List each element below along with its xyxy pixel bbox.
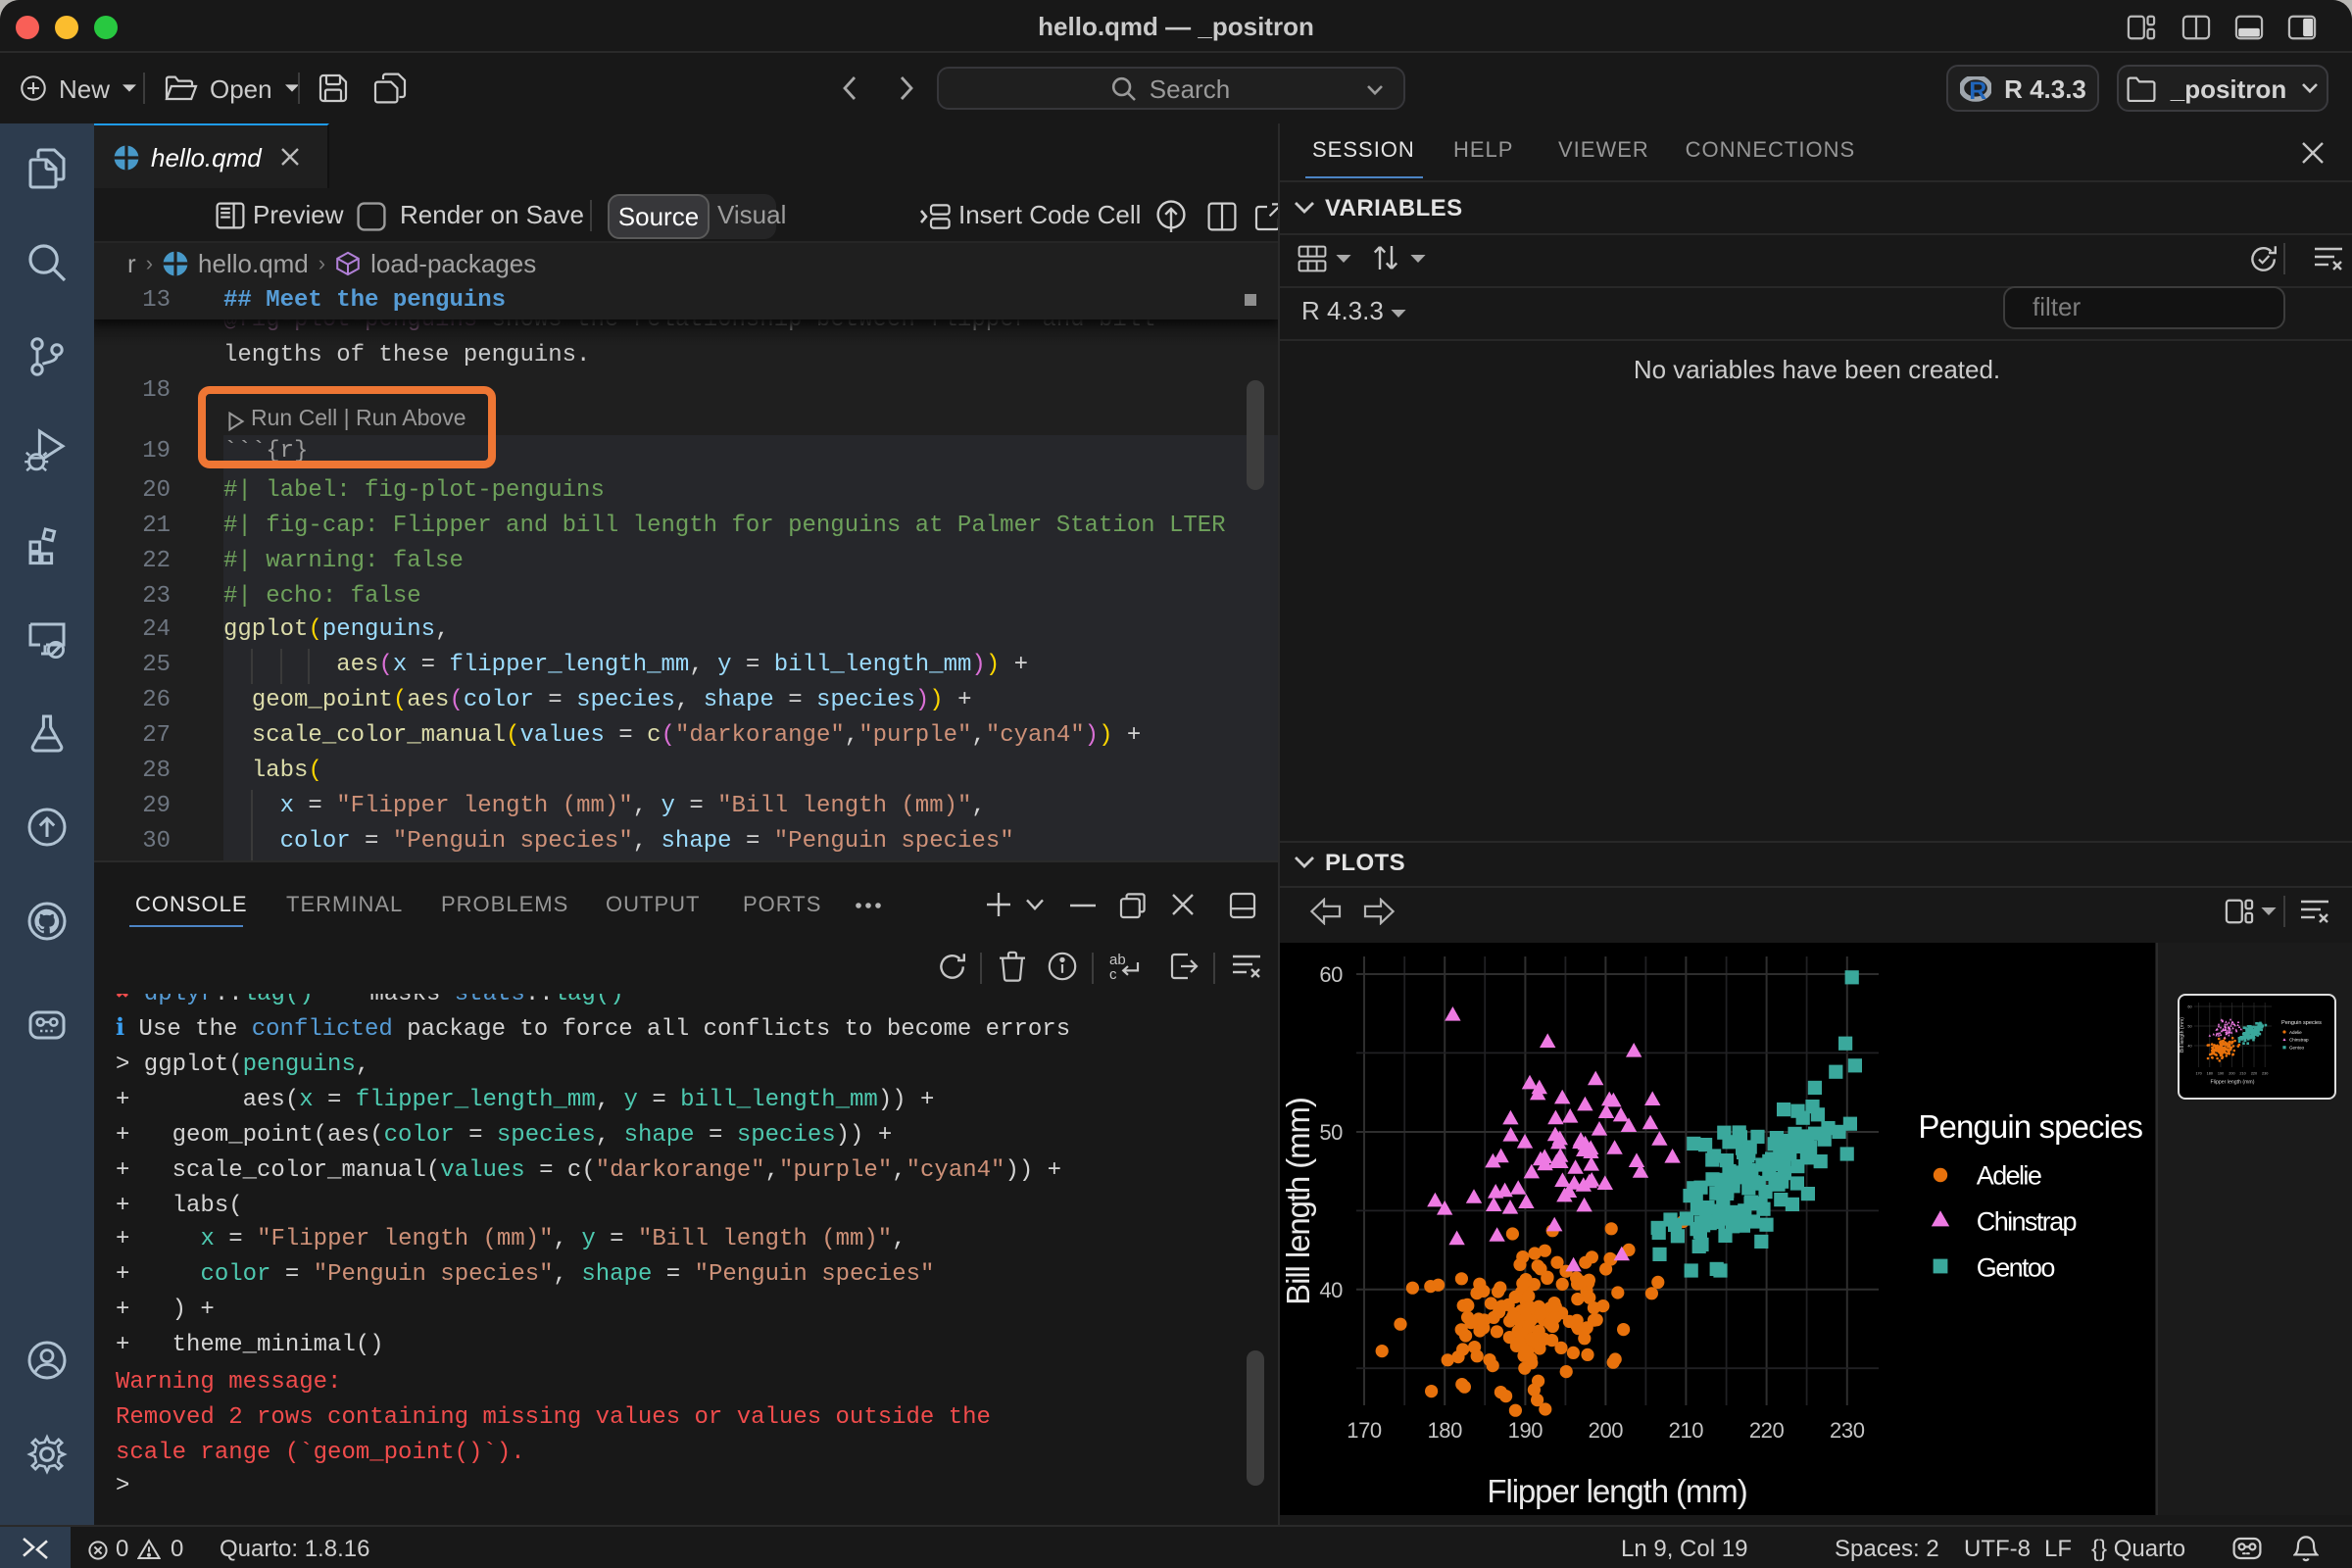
svg-text:Penguin species: Penguin species	[1918, 1108, 2142, 1145]
svg-text:Flipper length (mm): Flipper length (mm)	[1487, 1473, 1746, 1509]
svg-text:40: 40	[1319, 1278, 1343, 1302]
svg-text:170: 170	[2195, 1071, 2201, 1075]
svg-text:190: 190	[2217, 1071, 2223, 1075]
svg-text:Adelie: Adelie	[2289, 1030, 2302, 1035]
svg-text:60: 60	[1319, 962, 1343, 987]
svg-text:Adelie: Adelie	[1977, 1161, 2041, 1191]
svg-text:50: 50	[2187, 1024, 2191, 1028]
svg-text:Gentoo: Gentoo	[2289, 1045, 2304, 1050]
svg-text:190: 190	[1508, 1418, 1544, 1443]
svg-text:230: 230	[1830, 1418, 1865, 1443]
svg-text:180: 180	[1427, 1418, 1462, 1443]
svg-text:200: 200	[1589, 1418, 1624, 1443]
svg-text:Chinstrap: Chinstrap	[1977, 1207, 2077, 1237]
svg-text:c: c	[1109, 966, 1117, 982]
svg-text:Gentoo: Gentoo	[1977, 1253, 2055, 1283]
svg-text:R: R	[1968, 76, 1985, 101]
svg-text:210: 210	[2239, 1071, 2245, 1075]
svg-text:Flipper length (mm): Flipper length (mm)	[2210, 1080, 2254, 1086]
svg-text:50: 50	[1319, 1120, 1343, 1145]
svg-text:Penguin species: Penguin species	[2281, 1020, 2322, 1026]
svg-text:220: 220	[2250, 1071, 2256, 1075]
svg-text:230: 230	[2262, 1071, 2268, 1075]
svg-text:210: 210	[1669, 1418, 1704, 1443]
svg-text:40: 40	[2187, 1044, 2191, 1048]
svg-text:170: 170	[1347, 1418, 1382, 1443]
svg-text:220: 220	[1749, 1418, 1785, 1443]
svg-text:60: 60	[2187, 1004, 2191, 1008]
svg-text:Chinstrap: Chinstrap	[2289, 1037, 2309, 1042]
svg-text:180: 180	[2206, 1071, 2212, 1075]
svg-text:200: 200	[2229, 1071, 2234, 1075]
